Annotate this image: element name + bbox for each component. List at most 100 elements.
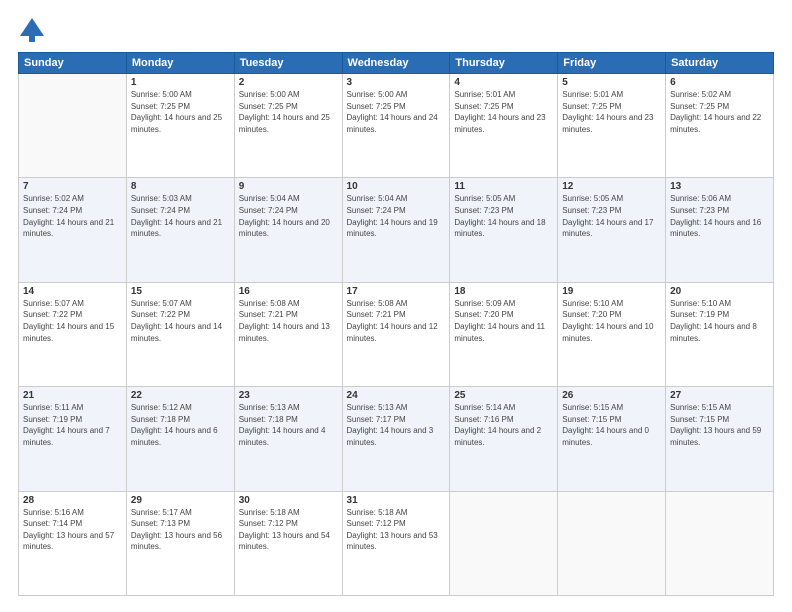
calendar-week-row: 21Sunrise: 5:11 AMSunset: 7:19 PMDayligh…: [19, 387, 774, 491]
day-info: Sunrise: 5:18 AMSunset: 7:12 PMDaylight:…: [239, 507, 338, 553]
calendar-cell: 30Sunrise: 5:18 AMSunset: 7:12 PMDayligh…: [234, 491, 342, 595]
calendar-cell: 1Sunrise: 5:00 AMSunset: 7:25 PMDaylight…: [126, 74, 234, 178]
logo-icon: [18, 16, 46, 44]
day-info: Sunrise: 5:15 AMSunset: 7:15 PMDaylight:…: [562, 402, 661, 448]
calendar-cell: 7Sunrise: 5:02 AMSunset: 7:24 PMDaylight…: [19, 178, 127, 282]
day-info: Sunrise: 5:04 AMSunset: 7:24 PMDaylight:…: [239, 193, 338, 239]
day-info: Sunrise: 5:15 AMSunset: 7:15 PMDaylight:…: [670, 402, 769, 448]
calendar-table: SundayMondayTuesdayWednesdayThursdayFrid…: [18, 52, 774, 596]
day-number: 16: [239, 286, 338, 297]
calendar-cell: 25Sunrise: 5:14 AMSunset: 7:16 PMDayligh…: [450, 387, 558, 491]
day-number: 13: [670, 181, 769, 192]
day-info: Sunrise: 5:05 AMSunset: 7:23 PMDaylight:…: [454, 193, 553, 239]
day-number: 24: [347, 390, 446, 401]
day-info: Sunrise: 5:11 AMSunset: 7:19 PMDaylight:…: [23, 402, 122, 448]
calendar-cell: 28Sunrise: 5:16 AMSunset: 7:14 PMDayligh…: [19, 491, 127, 595]
day-number: 26: [562, 390, 661, 401]
day-number: 15: [131, 286, 230, 297]
day-number: 29: [131, 495, 230, 506]
calendar-cell: 26Sunrise: 5:15 AMSunset: 7:15 PMDayligh…: [558, 387, 666, 491]
day-info: Sunrise: 5:13 AMSunset: 7:18 PMDaylight:…: [239, 402, 338, 448]
calendar-cell: [450, 491, 558, 595]
calendar-cell: 20Sunrise: 5:10 AMSunset: 7:19 PMDayligh…: [666, 282, 774, 386]
calendar-cell: 19Sunrise: 5:10 AMSunset: 7:20 PMDayligh…: [558, 282, 666, 386]
calendar-cell: 9Sunrise: 5:04 AMSunset: 7:24 PMDaylight…: [234, 178, 342, 282]
calendar-cell: 18Sunrise: 5:09 AMSunset: 7:20 PMDayligh…: [450, 282, 558, 386]
calendar-cell: 16Sunrise: 5:08 AMSunset: 7:21 PMDayligh…: [234, 282, 342, 386]
day-info: Sunrise: 5:04 AMSunset: 7:24 PMDaylight:…: [347, 193, 446, 239]
calendar-cell: 12Sunrise: 5:05 AMSunset: 7:23 PMDayligh…: [558, 178, 666, 282]
day-info: Sunrise: 5:00 AMSunset: 7:25 PMDaylight:…: [239, 89, 338, 135]
day-number: 3: [347, 77, 446, 88]
calendar-week-row: 7Sunrise: 5:02 AMSunset: 7:24 PMDaylight…: [19, 178, 774, 282]
calendar-cell: 13Sunrise: 5:06 AMSunset: 7:23 PMDayligh…: [666, 178, 774, 282]
day-info: Sunrise: 5:12 AMSunset: 7:18 PMDaylight:…: [131, 402, 230, 448]
day-info: Sunrise: 5:08 AMSunset: 7:21 PMDaylight:…: [239, 298, 338, 344]
calendar-cell: 5Sunrise: 5:01 AMSunset: 7:25 PMDaylight…: [558, 74, 666, 178]
calendar-cell: 4Sunrise: 5:01 AMSunset: 7:25 PMDaylight…: [450, 74, 558, 178]
calendar-cell: 31Sunrise: 5:18 AMSunset: 7:12 PMDayligh…: [342, 491, 450, 595]
calendar-cell: [666, 491, 774, 595]
day-info: Sunrise: 5:08 AMSunset: 7:21 PMDaylight:…: [347, 298, 446, 344]
calendar-cell: 23Sunrise: 5:13 AMSunset: 7:18 PMDayligh…: [234, 387, 342, 491]
day-info: Sunrise: 5:01 AMSunset: 7:25 PMDaylight:…: [454, 89, 553, 135]
calendar-cell: 21Sunrise: 5:11 AMSunset: 7:19 PMDayligh…: [19, 387, 127, 491]
day-number: 30: [239, 495, 338, 506]
day-header: Saturday: [666, 53, 774, 74]
calendar-cell: 17Sunrise: 5:08 AMSunset: 7:21 PMDayligh…: [342, 282, 450, 386]
day-info: Sunrise: 5:09 AMSunset: 7:20 PMDaylight:…: [454, 298, 553, 344]
day-number: 7: [23, 181, 122, 192]
day-info: Sunrise: 5:06 AMSunset: 7:23 PMDaylight:…: [670, 193, 769, 239]
calendar-cell: 29Sunrise: 5:17 AMSunset: 7:13 PMDayligh…: [126, 491, 234, 595]
calendar-cell: [558, 491, 666, 595]
day-number: 10: [347, 181, 446, 192]
day-info: Sunrise: 5:13 AMSunset: 7:17 PMDaylight:…: [347, 402, 446, 448]
day-number: 19: [562, 286, 661, 297]
day-info: Sunrise: 5:02 AMSunset: 7:24 PMDaylight:…: [23, 193, 122, 239]
day-info: Sunrise: 5:16 AMSunset: 7:14 PMDaylight:…: [23, 507, 122, 553]
day-info: Sunrise: 5:00 AMSunset: 7:25 PMDaylight:…: [131, 89, 230, 135]
day-header: Wednesday: [342, 53, 450, 74]
header-row: SundayMondayTuesdayWednesdayThursdayFrid…: [19, 53, 774, 74]
day-number: 22: [131, 390, 230, 401]
calendar-cell: 3Sunrise: 5:00 AMSunset: 7:25 PMDaylight…: [342, 74, 450, 178]
calendar-cell: 27Sunrise: 5:15 AMSunset: 7:15 PMDayligh…: [666, 387, 774, 491]
day-number: 14: [23, 286, 122, 297]
day-info: Sunrise: 5:05 AMSunset: 7:23 PMDaylight:…: [562, 193, 661, 239]
day-info: Sunrise: 5:03 AMSunset: 7:24 PMDaylight:…: [131, 193, 230, 239]
day-header: Sunday: [19, 53, 127, 74]
calendar-cell: 24Sunrise: 5:13 AMSunset: 7:17 PMDayligh…: [342, 387, 450, 491]
day-number: 4: [454, 77, 553, 88]
calendar-cell: 6Sunrise: 5:02 AMSunset: 7:25 PMDaylight…: [666, 74, 774, 178]
day-number: 31: [347, 495, 446, 506]
day-info: Sunrise: 5:14 AMSunset: 7:16 PMDaylight:…: [454, 402, 553, 448]
day-number: 23: [239, 390, 338, 401]
day-header: Tuesday: [234, 53, 342, 74]
day-number: 6: [670, 77, 769, 88]
day-number: 25: [454, 390, 553, 401]
day-number: 12: [562, 181, 661, 192]
day-number: 17: [347, 286, 446, 297]
day-header: Thursday: [450, 53, 558, 74]
calendar-week-row: 1Sunrise: 5:00 AMSunset: 7:25 PMDaylight…: [19, 74, 774, 178]
day-info: Sunrise: 5:10 AMSunset: 7:20 PMDaylight:…: [562, 298, 661, 344]
header: [18, 16, 774, 44]
day-info: Sunrise: 5:17 AMSunset: 7:13 PMDaylight:…: [131, 507, 230, 553]
day-info: Sunrise: 5:07 AMSunset: 7:22 PMDaylight:…: [131, 298, 230, 344]
calendar-page: SundayMondayTuesdayWednesdayThursdayFrid…: [0, 0, 792, 612]
day-number: 21: [23, 390, 122, 401]
calendar-week-row: 28Sunrise: 5:16 AMSunset: 7:14 PMDayligh…: [19, 491, 774, 595]
calendar-cell: 14Sunrise: 5:07 AMSunset: 7:22 PMDayligh…: [19, 282, 127, 386]
calendar-week-row: 14 Sunrise: 5:07 AMSunset: 7:22 PMDayligh…: [19, 282, 774, 386]
calendar-cell: 11Sunrise: 5:05 AMSunset: 7:23 PMDayligh…: [450, 178, 558, 282]
logo: [18, 16, 50, 44]
day-number: 1: [131, 77, 230, 88]
day-number: 27: [670, 390, 769, 401]
day-info: Sunrise: 5:18 AMSunset: 7:12 PMDaylight:…: [347, 507, 446, 553]
day-info: Sunrise: 5:10 AMSunset: 7:19 PMDaylight:…: [670, 298, 769, 344]
day-info: Sunrise: 5:00 AMSunset: 7:25 PMDaylight:…: [347, 89, 446, 135]
calendar-cell: 10Sunrise: 5:04 AMSunset: 7:24 PMDayligh…: [342, 178, 450, 282]
day-header: Friday: [558, 53, 666, 74]
day-number: 5: [562, 77, 661, 88]
day-number: 2: [239, 77, 338, 88]
